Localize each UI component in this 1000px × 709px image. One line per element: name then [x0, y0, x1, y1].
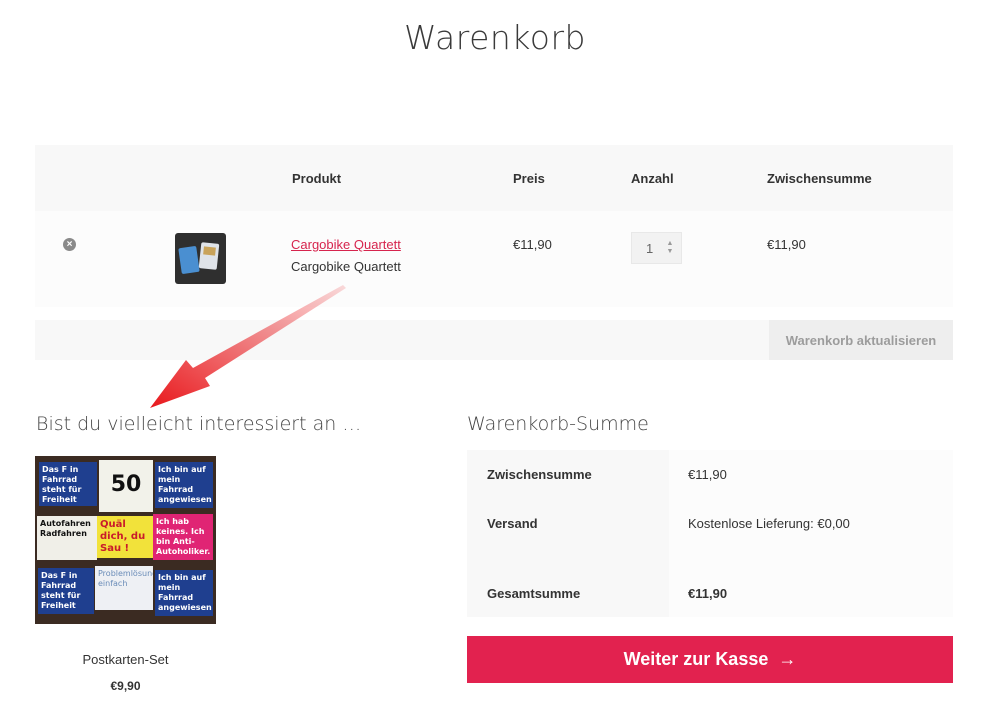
header-price: Preis	[513, 171, 545, 186]
page-title: Warenkorb	[404, 18, 586, 57]
cross-sell-product-title[interactable]: Postkarten-Set	[35, 652, 216, 667]
header-product: Produkt	[292, 171, 342, 186]
totals-label: Versand	[467, 499, 669, 567]
arrow-right-icon: →	[778, 649, 797, 669]
totals-label: Gesamtsumme	[467, 567, 669, 617]
totals-value: Kostenlose Lieferung: €0,00	[669, 499, 953, 567]
update-cart-button[interactable]: Warenkorb aktualisieren	[769, 320, 953, 360]
cart-totals-table: Zwischensumme €11,90 Versand Kostenlose …	[467, 450, 953, 617]
cart-table-header: Produkt Preis Anzahl Zwischensumme	[35, 145, 953, 211]
cross-sells-heading: Bist du vielleicht interessiert an …	[36, 413, 362, 435]
cross-sell-product-image[interactable]: Das F in Fahrrad steht für Freiheit 50 I…	[35, 456, 216, 624]
cross-sell-product-price: €9,90	[110, 679, 141, 693]
spinner-arrows-icon[interactable]: ▲ ▼	[666, 240, 674, 256]
cart-actions-row: Warenkorb aktualisieren	[35, 320, 953, 360]
postcard: Ich hab keines. Ich bin Anti-Autoholiker…	[153, 514, 213, 560]
remove-item-icon[interactable]: ×	[63, 238, 76, 251]
product-price: €11,90	[513, 237, 552, 252]
totals-row-total: Gesamtsumme €11,90	[467, 567, 953, 617]
postcard: Quäl dich, du Sau !	[97, 516, 153, 558]
postcard: Ich bin auf mein Fahrrad angewiesen	[155, 462, 213, 508]
quantity-stepper[interactable]: 1 ▲ ▼	[631, 232, 682, 264]
postcard: 50	[99, 460, 153, 512]
totals-value: €11,90	[669, 567, 953, 617]
cart-table: Produkt Preis Anzahl Zwischensumme Cargo…	[35, 145, 953, 307]
totals-row-subtotal: Zwischensumme €11,90	[467, 450, 953, 499]
header-subtotal: Zwischensumme	[767, 171, 872, 186]
postcard: Problemlösungen einfach	[95, 566, 153, 610]
product-thumbnail[interactable]	[175, 233, 226, 284]
product-variant: Cargobike Quartett	[291, 259, 401, 274]
totals-value: €11,90	[669, 450, 953, 499]
postcard: Ich bin auf mein Fahrrad angewiesen	[155, 570, 213, 616]
header-quantity: Anzahl	[631, 171, 674, 186]
postcard: Das F in Fahrrad steht für Freiheit	[38, 568, 94, 614]
cart-totals-heading: Warenkorb-Summe	[467, 413, 649, 435]
checkout-label: Weiter zur Kasse	[623, 649, 769, 669]
product-name-link[interactable]: Cargobike Quartett	[291, 237, 401, 252]
product-subtotal: €11,90	[767, 237, 806, 252]
postcard: Autofahren Radfahren	[37, 516, 97, 560]
checkout-button[interactable]: Weiter zur Kasse →	[467, 636, 953, 683]
totals-label: Zwischensumme	[467, 450, 669, 499]
cart-item-row: Cargobike Quartett Cargobike Quartett €1…	[35, 211, 953, 307]
postcard: Das F in Fahrrad steht für Freiheit	[39, 462, 97, 506]
totals-row-shipping: Versand Kostenlose Lieferung: €0,00	[467, 499, 953, 567]
quantity-value[interactable]: 1	[646, 241, 653, 256]
